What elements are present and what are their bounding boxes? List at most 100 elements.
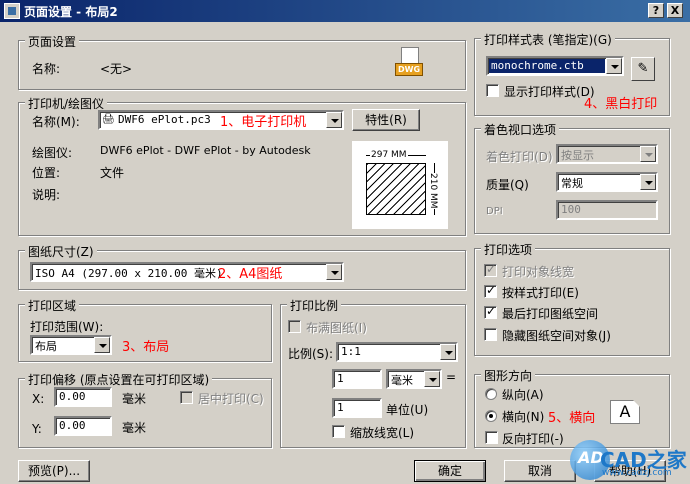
location-label: 位置: xyxy=(32,166,61,180)
edit-pen-icon[interactable]: ✎ xyxy=(631,57,655,81)
landscape-radio[interactable] xyxy=(485,410,497,422)
option-lineweights-checkbox[interactable] xyxy=(484,262,497,277)
upside-down-label: 反向打印(-) xyxy=(502,432,564,446)
landscape-orientation-icon: A xyxy=(610,400,640,424)
description-label: 说明: xyxy=(32,188,61,202)
title-bar: 页面设置 - 布局2 ? X xyxy=(0,0,690,22)
scale-value1: 1 xyxy=(337,372,344,385)
offset-y-input[interactable]: 0.00 xyxy=(54,416,112,436)
plot-options-title: 打印选项 xyxy=(481,241,536,258)
dpi-input[interactable]: 100 xyxy=(556,200,658,220)
dpi-value: 100 xyxy=(561,203,581,216)
cad-watermark: AD CAD之家 www.cadzj.com xyxy=(570,438,690,484)
annotation-3: 3、布局 xyxy=(122,340,170,355)
scale-unit-select[interactable]: 毫米 xyxy=(386,369,442,389)
quality-value: 常规 xyxy=(561,177,583,190)
quality-label: 质量(Q) xyxy=(486,178,529,192)
window-title: 页面设置 - 布局2 xyxy=(24,5,118,19)
page-setup-title: 页面设置 xyxy=(25,33,80,50)
portrait-radio[interactable] xyxy=(485,388,497,400)
option-styles-checkbox[interactable] xyxy=(484,283,497,298)
help-title-button[interactable]: ? xyxy=(648,3,664,18)
properties-button[interactable]: 特性(R) xyxy=(352,109,420,131)
ok-button[interactable]: 确定 xyxy=(414,460,486,482)
landscape-label: 横向(N) xyxy=(502,410,545,424)
plotter-label: 绘图仪: xyxy=(32,146,73,160)
dpi-label: DPI xyxy=(486,206,503,217)
offset-y-unit: 毫米 xyxy=(122,421,147,435)
annotation-4: 4、黑白打印 xyxy=(584,97,658,112)
chevron-down-icon[interactable] xyxy=(606,58,622,74)
plotter-value: DWF6 ePlot - DWF ePlot - by Autodesk xyxy=(100,144,311,157)
offset-x-unit: 毫米 xyxy=(122,392,147,406)
scale-value2-input[interactable]: 1 xyxy=(332,398,382,418)
paper-width-label: 297 MM xyxy=(370,150,408,160)
paper-size-value: ISO A4 (297.00 x 210.00 毫米) xyxy=(35,267,223,280)
dwg-badge: DWG xyxy=(395,63,423,76)
shade-plot-label: 着色打印(D) xyxy=(486,150,553,164)
scale-value1-input[interactable]: 1 xyxy=(332,369,382,389)
watermark-url: www.cadzj.com xyxy=(602,468,672,478)
display-styles-label: 显示打印样式(D) xyxy=(504,85,595,99)
shade-plot-value: 按显示 xyxy=(561,149,594,162)
dwg-file-icon: DWG xyxy=(395,47,423,79)
option-paperspace-last-label: 最后打印图纸空间 xyxy=(502,307,599,321)
shaded-viewport-title: 着色视口选项 xyxy=(481,121,560,138)
cancel-button[interactable]: 取消 xyxy=(504,460,576,482)
chevron-down-icon[interactable] xyxy=(94,337,110,353)
center-plot-checkbox[interactable] xyxy=(180,391,193,404)
scale-value2: 1 xyxy=(337,401,344,414)
plot-offset-title: 打印偏移 (原点设置在可打印区域) xyxy=(25,371,213,388)
chevron-down-icon[interactable] xyxy=(326,264,342,280)
scale-unit2-label: 单位(U) xyxy=(386,403,429,417)
offset-y-label: Y: xyxy=(32,422,42,436)
orientation-title: 图形方向 xyxy=(481,367,536,384)
plot-area-title: 打印区域 xyxy=(25,297,80,314)
chevron-down-icon[interactable] xyxy=(440,344,456,360)
scale-lineweights-label: 缩放线宽(L) xyxy=(350,426,415,440)
plot-range-select[interactable]: 布局 xyxy=(30,335,112,355)
shade-plot-select[interactable]: 按显示 xyxy=(556,144,658,164)
plot-style-title: 打印样式表 (笔指定)(G) xyxy=(481,31,615,48)
printable-area xyxy=(366,163,426,215)
preview-button[interactable]: 预览(P)... xyxy=(18,460,90,482)
paper-size-select[interactable]: ISO A4 (297.00 x 210.00 毫米) xyxy=(30,262,344,282)
plot-style-value: monochrome.ctb xyxy=(491,59,584,72)
page-setup-name-value: <无> xyxy=(100,62,133,76)
chevron-down-icon[interactable] xyxy=(424,371,440,387)
plot-style-selection: monochrome.ctb xyxy=(489,59,605,73)
equals-sign: = xyxy=(446,370,457,384)
annotation-2: 2、A4图纸 xyxy=(218,267,283,282)
page-setup-name-label: 名称: xyxy=(32,62,61,76)
chevron-down-icon[interactable] xyxy=(640,174,656,190)
scale-label: 比例(S): xyxy=(288,347,334,361)
paper-preview: 297 MM 210 MM xyxy=(352,141,448,229)
app-icon xyxy=(4,3,20,19)
scale-value: 1:1 xyxy=(341,345,361,358)
upside-down-checkbox[interactable] xyxy=(485,431,498,444)
offset-x-input[interactable]: 0.00 xyxy=(54,387,112,407)
option-hide-objects-label: 隐藏图纸空间对象(J) xyxy=(502,329,611,343)
plot-range-value: 布局 xyxy=(35,340,57,353)
option-paperspace-last-checkbox[interactable] xyxy=(484,304,497,319)
plot-range-label: 打印范围(W): xyxy=(30,320,104,334)
scale-lineweights-checkbox[interactable] xyxy=(332,425,345,438)
annotation-1: 1、电子打印机 xyxy=(220,115,307,130)
center-plot-label: 居中打印(C) xyxy=(198,392,264,406)
offset-x-value: 0.00 xyxy=(59,390,86,403)
scale-select[interactable]: 1:1 xyxy=(336,342,458,362)
paper-size-title: 图纸尺寸(Z) xyxy=(25,243,97,260)
printer-icon: 🖨 xyxy=(102,114,115,125)
paper-height-label: 210 MM xyxy=(428,173,438,209)
fit-to-paper-checkbox[interactable] xyxy=(288,320,301,333)
annotation-5: 5、横向 xyxy=(548,411,596,426)
chevron-down-icon[interactable] xyxy=(326,112,342,128)
quality-select[interactable]: 常规 xyxy=(556,172,658,192)
chevron-down-icon[interactable] xyxy=(640,146,656,162)
offset-y-value: 0.00 xyxy=(59,419,86,432)
option-hide-objects-checkbox[interactable] xyxy=(484,328,497,341)
close-button[interactable]: X xyxy=(667,3,683,18)
option-lineweights-label: 打印对象线宽 xyxy=(502,265,575,279)
display-styles-checkbox[interactable] xyxy=(486,84,499,97)
plot-style-select[interactable]: monochrome.ctb xyxy=(486,56,624,76)
